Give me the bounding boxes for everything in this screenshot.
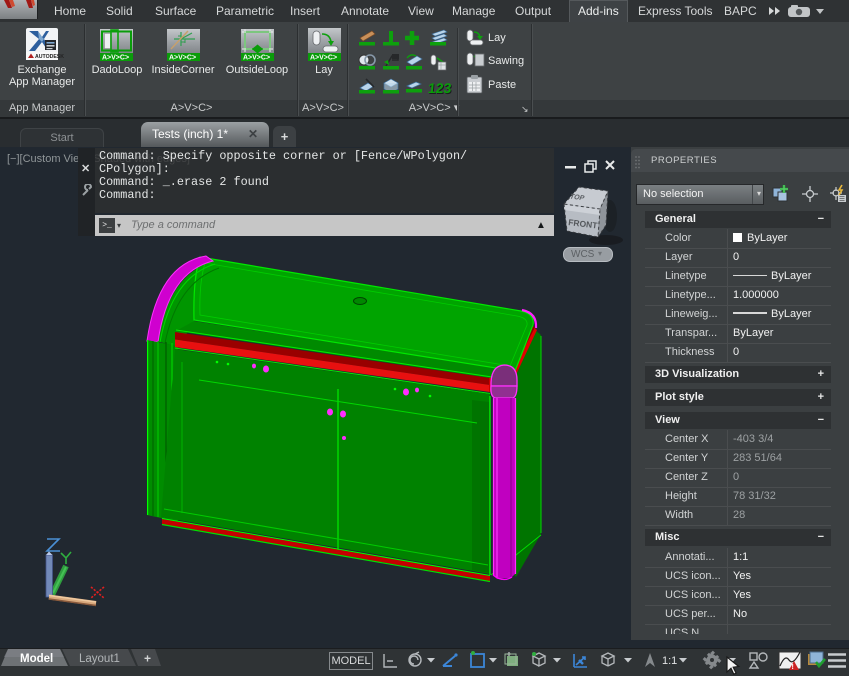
svg-text:1:1: 1:1: [662, 655, 677, 667]
svg-text:!: !: [792, 664, 794, 671]
svg-text:Layout1: Layout1: [79, 653, 120, 665]
svg-text:+: +: [144, 652, 151, 666]
svg-text:Model: Model: [20, 653, 53, 665]
